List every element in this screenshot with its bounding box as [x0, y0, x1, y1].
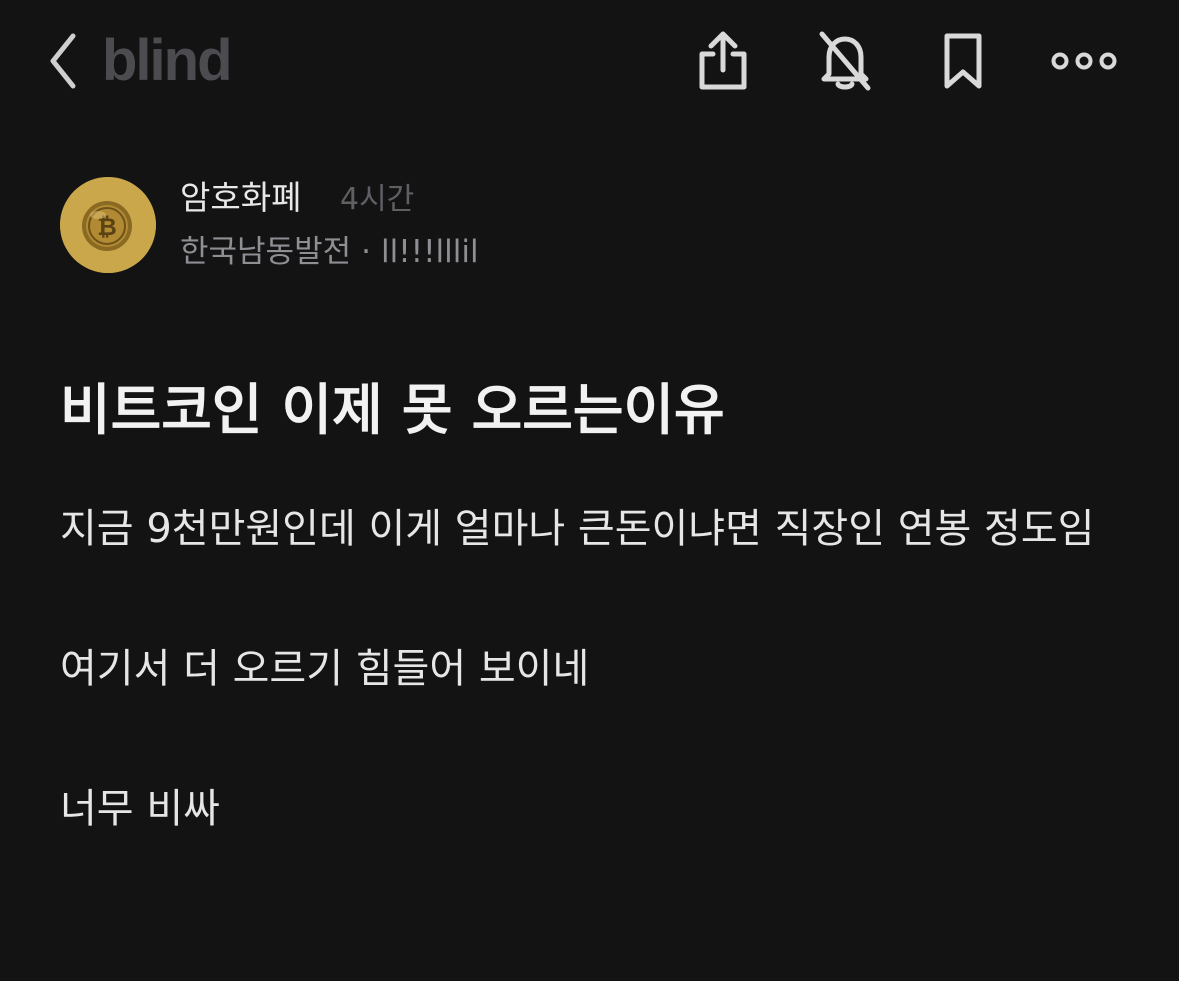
back-button[interactable] [38, 28, 88, 94]
avatar[interactable]: ₿ [60, 177, 156, 273]
post-paragraph: 너무 비싸 [60, 786, 220, 832]
nickname: ll!!!lllil [380, 234, 479, 270]
more-icon [1051, 52, 1117, 70]
back-icon [50, 33, 76, 89]
app-logo[interactable]: blind [102, 26, 233, 96]
author-name[interactable]: 암호화폐 [180, 176, 301, 220]
post-paragraph: 지금 9천만원인데 이게 얼마나 큰돈이냐면 직장인 연봉 정도임 [60, 506, 1095, 552]
post-paragraph: 여기서 더 오르기 힘들어 보이네 [60, 646, 590, 692]
share-icon [699, 31, 747, 90]
author-info: ₿ 암호화폐 4시간 한국남동발전 · ll!!!lllil [60, 176, 760, 276]
bookmark-button[interactable] [931, 28, 995, 94]
bell-off-icon [819, 31, 871, 91]
bookmark-icon [944, 33, 982, 89]
bitcoin-coin-icon: ₿ [60, 177, 156, 273]
separator: · [361, 234, 371, 270]
post-time: 4시간 [340, 182, 415, 217]
company-info: 한국남동발전 · ll!!!lllil [180, 230, 479, 274]
share-button[interactable] [691, 28, 755, 94]
top-navigation-bar: blind [0, 0, 1179, 122]
company-name[interactable]: 한국남동발전 [180, 234, 351, 270]
post-title: 비트코인 이제 못 오르는이유 [60, 378, 725, 442]
notification-toggle-button[interactable] [813, 28, 877, 94]
more-options-button[interactable] [1050, 28, 1118, 94]
post-body: 지금 9천만원인데 이게 얼마나 큰돈이냐면 직장인 연봉 정도임 여기서 더 … [60, 494, 1120, 844]
